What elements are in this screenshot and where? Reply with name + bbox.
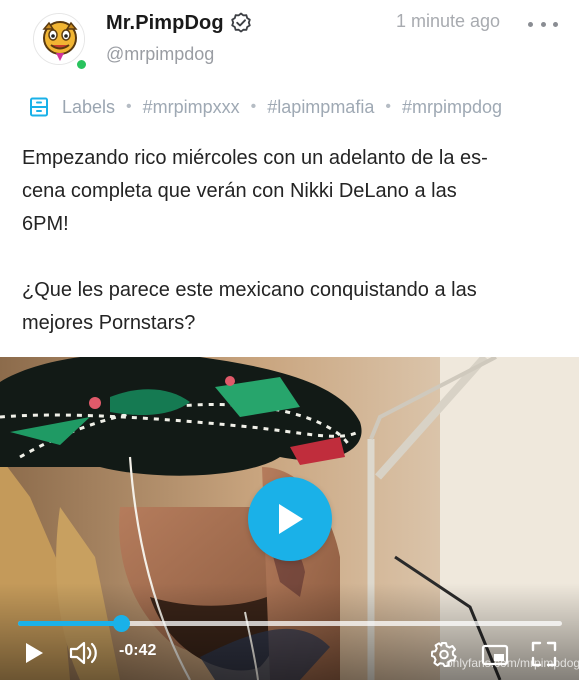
post-text-line: 6PM! bbox=[22, 213, 69, 235]
avatar[interactable] bbox=[33, 13, 88, 71]
post-text-line: cena completa que verán con Nikki DeLano… bbox=[22, 180, 457, 202]
post-header: Mr.PimpDog @mrpimpdog 1 minute ago bbox=[0, 0, 579, 90]
progress-fill bbox=[18, 621, 122, 626]
volume-icon bbox=[69, 641, 97, 665]
volume-button[interactable] bbox=[68, 639, 100, 667]
play-button[interactable] bbox=[248, 477, 332, 561]
post-timestamp[interactable]: 1 minute ago bbox=[396, 11, 500, 32]
video-watermark: onlyfans.com/mrpimpdog bbox=[446, 656, 579, 670]
author-username[interactable]: @mrpimpdog bbox=[106, 44, 214, 65]
author-display-name[interactable]: Mr.PimpDog bbox=[106, 12, 224, 35]
play-icon bbox=[279, 504, 303, 534]
online-status-dot bbox=[75, 58, 88, 71]
verified-badge-icon bbox=[230, 12, 252, 34]
labels-link[interactable]: Labels bbox=[62, 97, 115, 118]
play-control-button[interactable] bbox=[22, 641, 46, 665]
progress-bar[interactable] bbox=[18, 615, 562, 632]
labels-row: Labels • #mrpimpxxx • #lapimpmafia • #mr… bbox=[28, 94, 502, 120]
labels-icon[interactable] bbox=[28, 96, 50, 118]
tag-separator: • bbox=[250, 98, 257, 115]
post-text-line: ¿Que les parece este mexicano conquistan… bbox=[22, 279, 477, 301]
post-text: Empezando rico miércoles con un adelanto… bbox=[22, 142, 552, 340]
post-text-line: mejores Pornstars? bbox=[22, 312, 196, 334]
more-options-icon[interactable] bbox=[528, 15, 558, 33]
play-icon bbox=[26, 643, 43, 663]
time-remaining: -0:42 bbox=[119, 642, 157, 659]
tag-lapimpmafia[interactable]: #lapimpmafia bbox=[267, 97, 374, 118]
tag-mrpimpxxx[interactable]: #mrpimpxxx bbox=[143, 97, 240, 118]
tag-mrpimpdog[interactable]: #mrpimpdog bbox=[402, 97, 502, 118]
post-text-line: Empezando rico miércoles con un adelanto… bbox=[22, 147, 488, 169]
tag-separator: • bbox=[385, 98, 391, 115]
tag-separator: • bbox=[126, 98, 132, 115]
